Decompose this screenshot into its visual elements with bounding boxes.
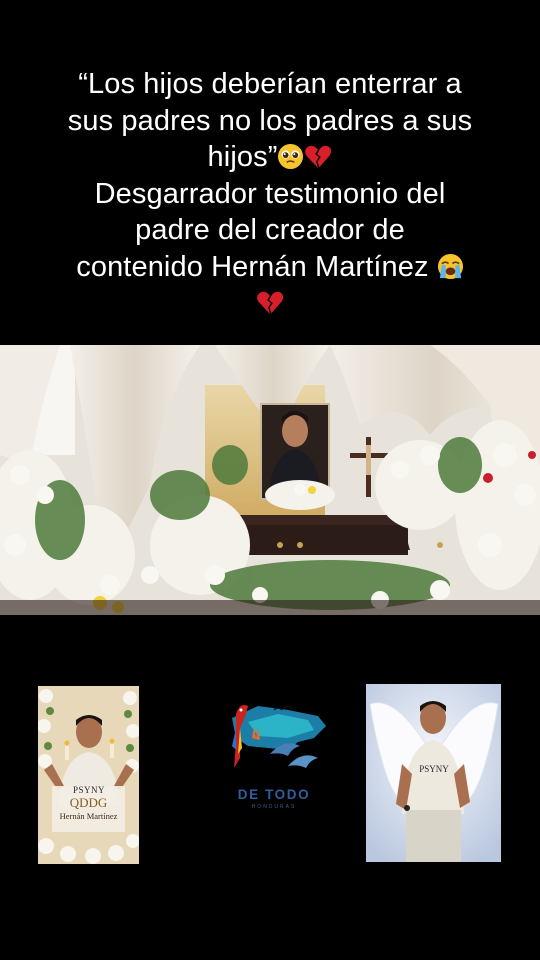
caption-line-4: Desgarrador testimonio del — [94, 177, 446, 210]
video-caption: “Los hijos deberían enterrar a sus padre… — [20, 66, 520, 322]
caption-line-1: “Los hijos deberían enterrar a — [78, 68, 462, 100]
funeral-scene-photo — [0, 345, 540, 615]
memorial-name: Hernán Martínez — [59, 811, 118, 821]
caption-line-7 — [20, 285, 520, 322]
caption-line-3: hijos” — [20, 139, 520, 176]
caption-line-3-text: hijos” — [207, 141, 278, 173]
logo-brand-text: DE TODO — [237, 787, 311, 802]
caption-line-2: sus padres no los padres a sus — [67, 104, 473, 137]
pleading-face-icon — [278, 143, 304, 170]
broken-heart-icon — [257, 291, 284, 315]
memorial-shirt-text: PSYNY — [72, 785, 105, 795]
memorial-card-illustration — [38, 686, 139, 864]
logo-subtitle-text: HONDURAS — [251, 804, 297, 810]
memorial-card-thumbnail: PSYNY QDDG Hernán Martínez — [38, 686, 139, 864]
de-todo-honduras-logo: DE TODO HONDURAS — [218, 698, 330, 816]
caption-line-6-text: contenido Hernán Martínez — [76, 250, 429, 283]
broken-heart-icon — [305, 145, 332, 169]
funeral-scene-illustration — [0, 345, 540, 615]
loudly-crying-face-icon — [437, 253, 463, 279]
caption-line-6: contenido Hernán Martínez — [20, 249, 520, 286]
memorial-title: QDDG — [69, 795, 108, 810]
caption-line-5: padre del creador de — [135, 214, 405, 246]
angel-shirt-text: PSYNY — [419, 764, 449, 774]
angel-portrait-thumbnail: PSYNY — [366, 684, 501, 862]
